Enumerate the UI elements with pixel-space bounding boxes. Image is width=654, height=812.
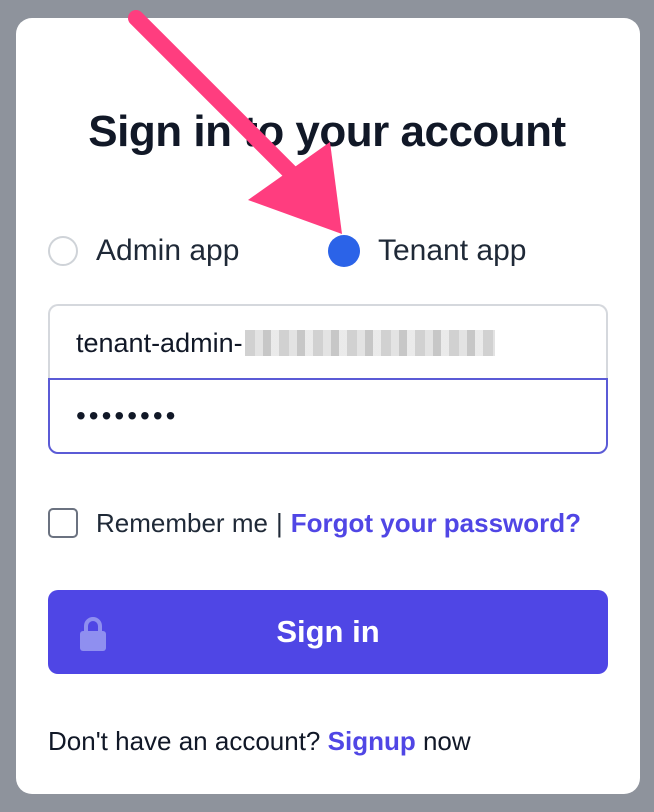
lock-icon [80,617,106,651]
credentials-group: tenant-admin- •••••••• [48,304,608,454]
radio-tenant-app-label: Tenant app [378,234,527,267]
page-title: Sign in to your account [88,107,566,156]
remember-row: Remember me | Forgot your password? [48,506,581,540]
radio-admin-app[interactable]: Admin app [48,230,239,272]
signup-link[interactable]: Signup [328,726,416,756]
username-field[interactable]: tenant-admin- [48,304,608,380]
remember-me-label: Remember me [96,507,268,538]
radio-admin-app-label: Admin app [96,234,240,267]
radio-checked-icon[interactable] [328,235,360,267]
username-value: tenant-admin- [76,327,243,358]
signup-prompt: Don't have an account? Signup now [48,726,471,757]
password-value: •••••••• [76,400,179,431]
signin-button[interactable]: Sign in [48,590,608,674]
separator: | [275,507,283,538]
password-field[interactable]: •••••••• [48,378,608,454]
signup-prompt-suffix: now [422,726,471,756]
forgot-password-link[interactable]: Forgot your password? [291,508,581,539]
remember-me-checkbox[interactable] [48,508,78,538]
signup-prompt-prefix: Don't have an account? [48,726,321,756]
radio-circle-icon[interactable] [48,236,78,266]
signin-button-label: Sign in [276,614,380,649]
radio-tenant-app[interactable]: Tenant app [328,230,526,272]
redacted-text [244,330,495,356]
